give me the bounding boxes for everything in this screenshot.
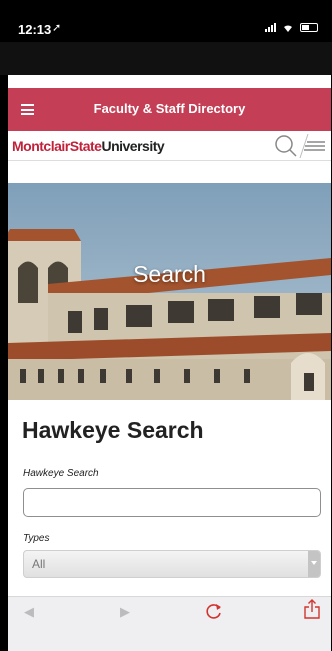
forward-arrow-icon[interactable]: ▶	[120, 604, 130, 620]
hawkeye-search-input[interactable]	[23, 488, 321, 517]
share-icon[interactable]	[304, 599, 320, 619]
logo-text-red: MontclairState	[12, 138, 102, 154]
campus-building-photo	[8, 183, 331, 400]
location-arrow-icon: ➚	[52, 22, 62, 34]
page-title: Hawkeye Search	[22, 417, 204, 443]
hawkeye-search-label: Hawkeye Search	[23, 468, 99, 479]
cellular-signal-icon	[265, 22, 276, 32]
back-arrow-icon[interactable]: ◀	[24, 604, 34, 620]
web-view: Faculty & Staff Directory MontclairState…	[8, 75, 331, 651]
site-menu-icon[interactable]	[291, 133, 325, 159]
app-title: Faculty & Staff Directory	[93, 101, 246, 116]
dropdown-arrow-icon	[308, 551, 320, 577]
types-selected-value: All	[32, 557, 46, 571]
university-logo[interactable]: MontclairStateUniversity	[12, 138, 165, 154]
status-time: 12:13	[18, 22, 52, 37]
browser-top-strip	[0, 42, 332, 75]
status-icons	[265, 22, 318, 32]
logo-text-black: University	[101, 138, 165, 154]
browser-toolbar: ◀ ▶	[8, 596, 331, 651]
app-bar: Faculty & Staff Directory	[8, 88, 331, 131]
status-bar: 12:13 ➚	[0, 0, 332, 42]
wifi-icon	[284, 24, 292, 32]
site-header: MontclairStateUniversity	[8, 131, 331, 161]
types-select[interactable]: All	[23, 550, 321, 578]
battery-icon	[300, 22, 318, 32]
hero-title: Search	[133, 261, 206, 287]
reload-icon[interactable]	[205, 602, 223, 620]
types-label: Types	[23, 533, 50, 544]
